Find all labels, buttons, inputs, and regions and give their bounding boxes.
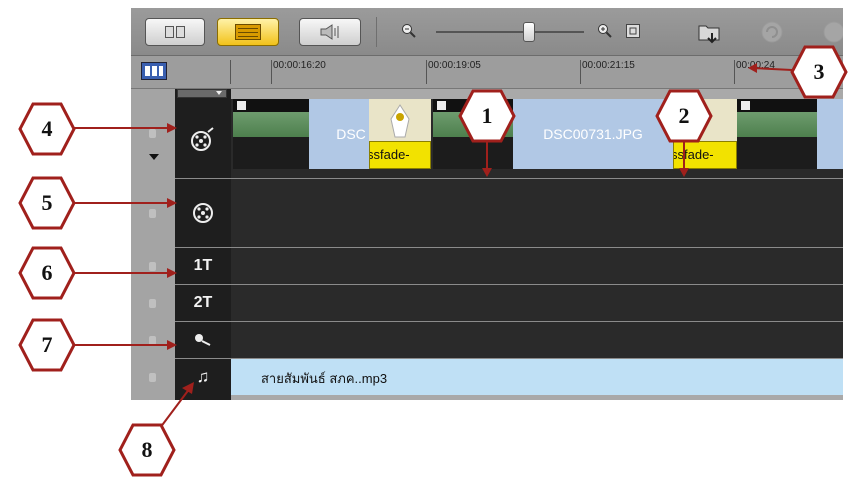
- callout-arrowhead-1: [482, 168, 492, 177]
- callout-7: 7: [18, 317, 76, 373]
- callout-arrows-layer: [72, 63, 793, 429]
- callout-number: 5: [41, 190, 53, 215]
- callout-1: 1: [458, 88, 516, 144]
- callout-number: 4: [41, 116, 53, 141]
- callout-number: 1: [481, 103, 493, 128]
- callout-5: 5: [18, 175, 76, 231]
- callout-number: 6: [41, 260, 53, 285]
- callout-arrowhead-2: [679, 168, 689, 177]
- callout-arrowhead-6: [167, 268, 177, 278]
- callout-6: 6: [18, 245, 76, 301]
- callout-number: 7: [41, 332, 53, 357]
- callout-number: 3: [813, 59, 825, 84]
- callout-3: 3: [790, 44, 848, 100]
- callout-number: 8: [141, 437, 153, 462]
- callout-arrowhead-3: [748, 63, 757, 73]
- callout-arrow-3: [751, 67, 793, 71]
- callout-number: 2: [678, 103, 690, 128]
- callout-8: 8: [118, 422, 176, 478]
- callout-arrowhead-5: [167, 198, 177, 208]
- callout-arrowhead-7: [167, 340, 177, 350]
- callout-arrowhead-4: [167, 123, 177, 133]
- callout-2: 2: [655, 88, 713, 144]
- callout-4: 4: [18, 101, 76, 157]
